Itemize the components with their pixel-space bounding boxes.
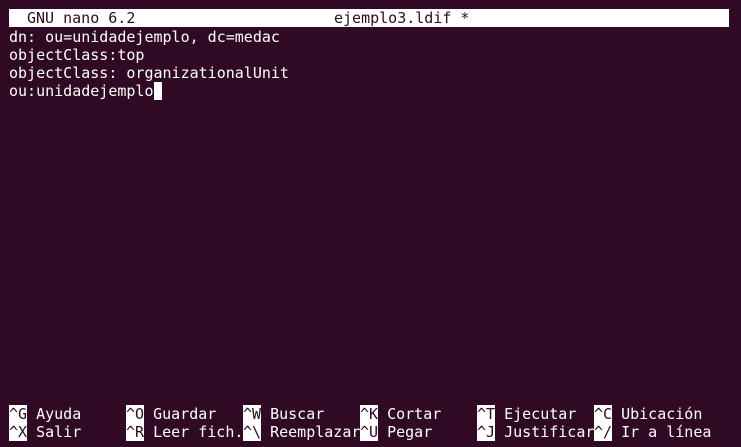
shortcut-label: Ir a línea: [621, 423, 712, 441]
editor-area[interactable]: dn: ou=unidadejemplo, dc=medac objectCla…: [9, 28, 731, 100]
shortcut-key: ^R: [126, 423, 145, 441]
editor-line-current[interactable]: ou:unidadejemplo: [9, 82, 731, 100]
shortcut-key: ^\: [243, 423, 262, 441]
text-cursor: [153, 82, 162, 100]
shortcut-key: ^O: [126, 405, 145, 423]
shortcut-location[interactable]: ^C Ubicación: [594, 405, 702, 423]
shortcut-search[interactable]: ^W Buscar: [243, 405, 324, 423]
shortcut-key: ^/: [594, 423, 613, 441]
shortcut-read-file[interactable]: ^R Leer fich.: [126, 423, 243, 441]
app-version: GNU nano 6.2: [27, 9, 136, 27]
shortcut-label: Leer fich.: [153, 423, 244, 441]
editor-line[interactable]: objectClass: organizationalUnit: [9, 64, 731, 82]
editor-line[interactable]: objectClass:top: [9, 46, 731, 64]
nano-title-bar: GNU nano 6.2 ejemplo3.ldif *: [9, 9, 729, 27]
shortcut-key: ^T: [477, 405, 496, 423]
shortcut-key: ^W: [243, 405, 262, 423]
shortcut-label: Ejecutar: [504, 405, 577, 423]
shortcut-cut[interactable]: ^K Cortar: [360, 405, 441, 423]
shortcut-row: ^X Salir ^R Leer fich. ^\ Reemplazar ^U …: [9, 423, 731, 441]
shortcut-label: Ubicación: [621, 405, 703, 423]
shortcut-key: ^K: [360, 405, 379, 423]
current-line-text: ou:unidadejemplo: [9, 82, 154, 100]
shortcut-exit[interactable]: ^X Salir: [9, 423, 81, 441]
shortcut-label: Buscar: [270, 405, 325, 423]
shortcut-key: ^J: [477, 423, 496, 441]
shortcut-key: ^X: [9, 423, 28, 441]
shortcut-key: ^U: [360, 423, 379, 441]
shortcut-paste[interactable]: ^U Pegar: [360, 423, 432, 441]
shortcut-justify[interactable]: ^J Justificar: [477, 423, 594, 441]
shortcut-save[interactable]: ^O Guardar: [126, 405, 216, 423]
shortcut-key: ^G: [9, 405, 28, 423]
shortcut-help[interactable]: ^G Ayuda: [9, 405, 81, 423]
shortcut-key: ^C: [594, 405, 613, 423]
shortcut-bar: ^G Ayuda ^O Guardar ^W Buscar ^K Cortar …: [9, 405, 731, 441]
shortcut-replace[interactable]: ^\ Reemplazar: [243, 423, 360, 441]
shortcut-label: Reemplazar: [270, 423, 361, 441]
file-name: ejemplo3.ldif *: [334, 9, 470, 27]
shortcut-label: Ayuda: [36, 405, 82, 423]
shortcut-label: Guardar: [153, 405, 217, 423]
shortcut-label: Salir: [36, 423, 82, 441]
shortcut-row: ^G Ayuda ^O Guardar ^W Buscar ^K Cortar …: [9, 405, 731, 423]
shortcut-label: Cortar: [387, 405, 442, 423]
editor-line[interactable]: dn: ou=unidadejemplo, dc=medac: [9, 28, 731, 46]
shortcut-execute[interactable]: ^T Ejecutar: [477, 405, 576, 423]
shortcut-label: Pegar: [387, 423, 433, 441]
shortcut-label: Justificar: [504, 423, 595, 441]
shortcut-go-to-line[interactable]: ^/ Ir a línea: [594, 423, 711, 441]
